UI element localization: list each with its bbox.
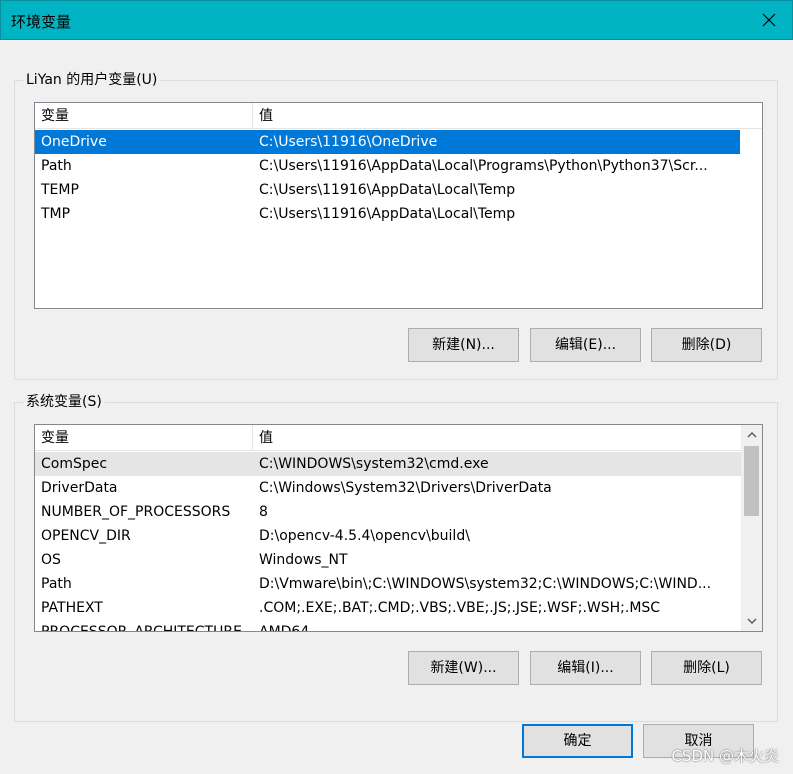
var-value: .COM;.EXE;.BAT;.CMD;.VBS;.VBE;.JS;.JSE;.… — [259, 600, 661, 616]
dialog-body: LiYan 的用户变量(U) 变量 值 OneDrive C:\Users\11… — [1, 40, 792, 773]
var-name: ComSpec — [41, 456, 108, 472]
system-vars-header: 变量 值 — [35, 425, 762, 451]
column-header-name[interactable]: 变量 — [35, 103, 253, 129]
scroll-thumb[interactable] — [744, 446, 759, 516]
var-name: OPENCV_DIR — [41, 528, 131, 544]
table-row[interactable]: NUMBER_OF_PROCESSORS 8 — [35, 500, 741, 524]
system-vars-legend: 系统变量(S) — [23, 393, 105, 411]
column-header-value[interactable]: 值 — [253, 425, 273, 451]
var-value: C:\WINDOWS\system32\cmd.exe — [259, 456, 489, 472]
table-row[interactable]: OneDrive C:\Users\11916\OneDrive — [35, 130, 740, 154]
var-value: C:\Users\11916\AppData\Local\Programs\Py… — [259, 158, 708, 174]
table-row[interactable]: ComSpec C:\WINDOWS\system32\cmd.exe — [35, 452, 741, 476]
table-row[interactable]: OPENCV_DIR D:\opencv-4.5.4\opencv\build\ — [35, 524, 741, 548]
table-row[interactable]: OS Windows_NT — [35, 548, 741, 572]
user-vars-legend: LiYan 的用户变量(U) — [23, 71, 161, 89]
var-name: PATHEXT — [41, 600, 103, 616]
var-value: C:\Users\11916\AppData\Local\Temp — [259, 182, 516, 198]
user-vars-group: LiYan 的用户变量(U) 变量 值 OneDrive C:\Users\11… — [14, 71, 778, 380]
user-edit-button[interactable]: 编辑(E)... — [530, 328, 641, 362]
scroll-up-button[interactable] — [741, 425, 762, 445]
system-vars-scrollbar[interactable] — [741, 425, 762, 631]
var-name: Path — [41, 576, 72, 592]
ok-button[interactable]: 确定 — [522, 724, 633, 758]
table-row[interactable]: Path D:\Vmware\bin\;C:\WINDOWS\system32;… — [35, 572, 741, 596]
user-delete-button[interactable]: 删除(D) — [651, 328, 762, 362]
var-name: PROCESSOR_ARCHITECTURE — [41, 624, 242, 632]
table-row[interactable]: TMP C:\Users\11916\AppData\Local\Temp — [35, 202, 740, 226]
close-icon — [762, 13, 776, 27]
table-row[interactable]: TEMP C:\Users\11916\AppData\Local\Temp — [35, 178, 740, 202]
var-name: DriverData — [41, 480, 118, 496]
var-name: TMP — [41, 206, 71, 222]
var-value: C:\Users\11916\AppData\Local\Temp — [259, 206, 516, 222]
var-value: D:\opencv-4.5.4\opencv\build\ — [259, 528, 470, 544]
var-name: Path — [41, 158, 72, 174]
table-row[interactable]: Path C:\Users\11916\AppData\Local\Progra… — [35, 154, 740, 178]
table-row[interactable]: PROCESSOR_ARCHITECTURE AMD64 — [35, 620, 741, 632]
var-value: AMD64 — [259, 624, 310, 632]
var-name: OneDrive — [41, 134, 107, 150]
system-vars-list[interactable]: 变量 值 ComSpec C:\WINDOWS\system32\cmd.exe… — [34, 424, 763, 632]
close-button[interactable] — [746, 1, 792, 39]
window-title: 环境变量 — [11, 13, 72, 31]
var-value: C:\Users\11916\OneDrive — [259, 134, 438, 150]
user-vars-list[interactable]: 变量 值 OneDrive C:\Users\11916\OneDrive Pa… — [34, 102, 763, 309]
var-value: C:\Windows\System32\Drivers\DriverData — [259, 480, 552, 496]
var-name: TEMP — [41, 182, 79, 198]
table-row[interactable]: PATHEXT .COM;.EXE;.BAT;.CMD;.VBS;.VBE;.J… — [35, 596, 741, 620]
scroll-down-button[interactable] — [741, 611, 762, 631]
title-bar: 环境变量 — [0, 0, 793, 40]
system-edit-button[interactable]: 编辑(I)... — [530, 651, 641, 685]
table-row[interactable]: DriverData C:\Windows\System32\Drivers\D… — [35, 476, 741, 500]
var-name: NUMBER_OF_PROCESSORS — [41, 504, 231, 520]
system-delete-button[interactable]: 删除(L) — [651, 651, 762, 685]
var-value: Windows_NT — [259, 552, 348, 568]
chevron-up-icon — [746, 432, 757, 438]
system-vars-group: 系统变量(S) 变量 值 ComSpec C:\WINDOWS\system32… — [14, 393, 778, 722]
chevron-down-icon — [746, 618, 757, 624]
var-name: OS — [41, 552, 61, 568]
var-value: D:\Vmware\bin\;C:\WINDOWS\system32;C:\WI… — [259, 576, 712, 592]
watermark: CSDN @木火炎 — [671, 747, 779, 765]
user-new-button[interactable]: 新建(N)... — [408, 328, 519, 362]
system-new-button[interactable]: 新建(W)... — [408, 651, 519, 685]
var-value: 8 — [259, 504, 268, 520]
column-header-name[interactable]: 变量 — [35, 425, 253, 451]
user-vars-header: 变量 值 — [35, 103, 762, 129]
column-header-value[interactable]: 值 — [253, 103, 273, 129]
